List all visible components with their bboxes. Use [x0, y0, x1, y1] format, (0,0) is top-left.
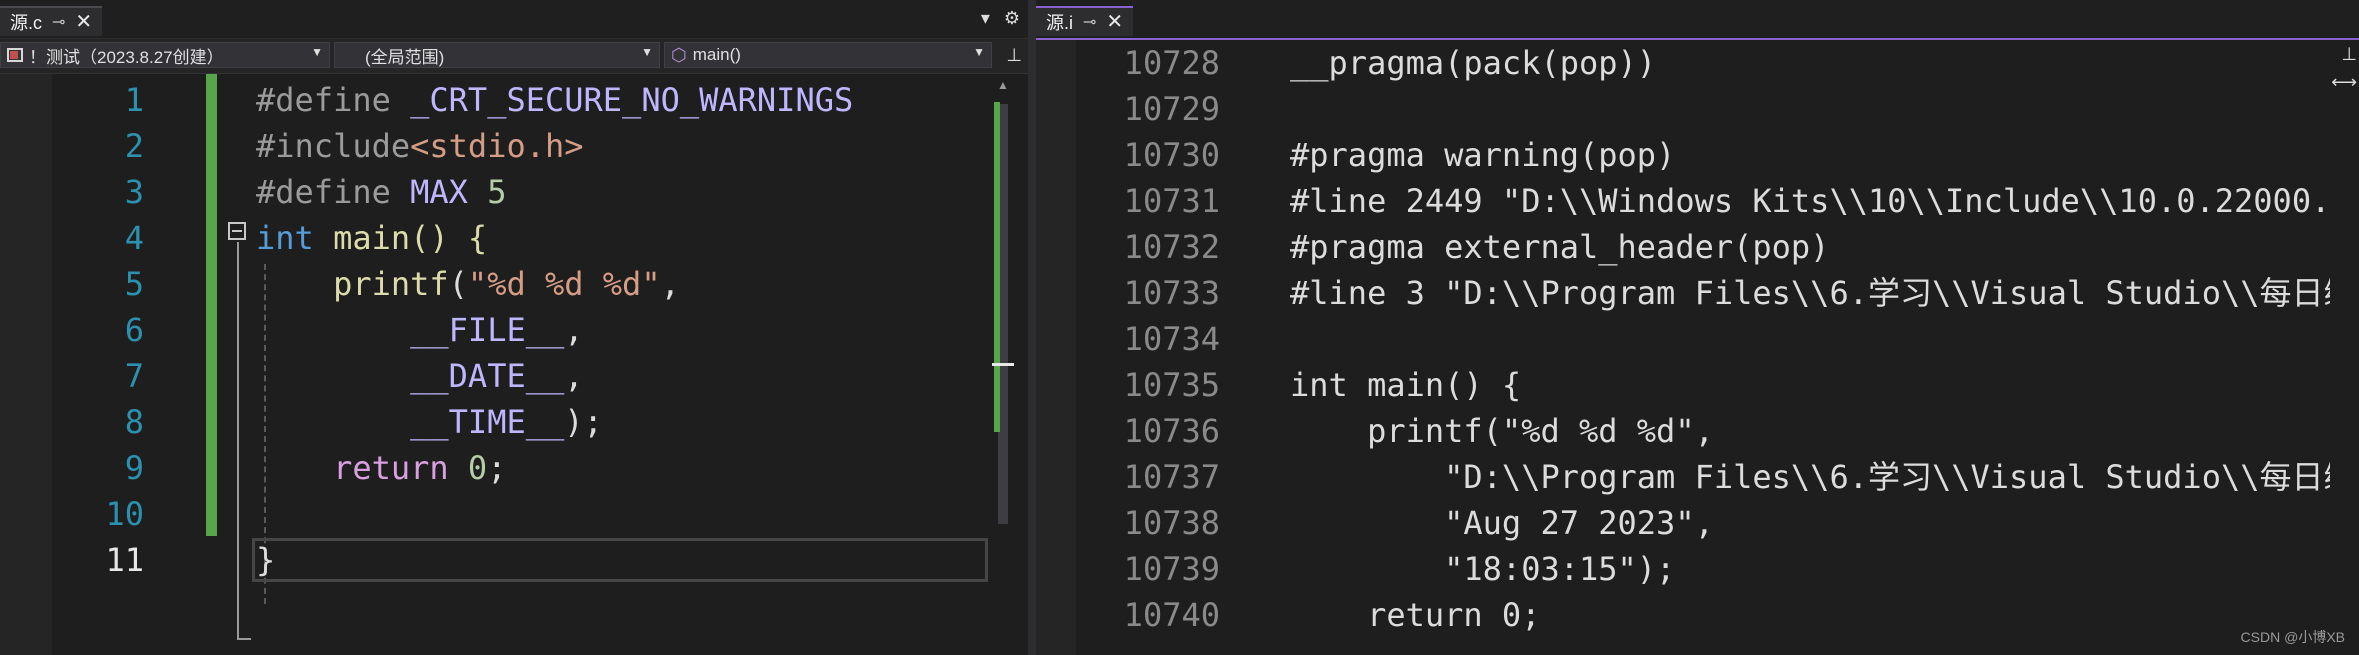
tab-label: 源.c: [10, 13, 43, 33]
line-number: 5: [124, 265, 144, 303]
line-number: 10739: [1123, 550, 1220, 588]
selection-margin: [1036, 40, 1076, 655]
scrollbar-caret-marker: [992, 363, 1014, 366]
pin-icon[interactable]: ⊸: [52, 12, 65, 32]
code-line: printf("%d %d %d",: [256, 265, 680, 303]
line-number: 10734: [1123, 320, 1220, 358]
tab-strip-actions: ▾ ⚙: [981, 8, 1020, 29]
scrollbar-change-marker: [994, 102, 1000, 432]
code-line: "D:\\Program Files\\6.学习\\Visual Studio\…: [1290, 458, 2330, 496]
line-number: 10736: [1123, 412, 1220, 450]
right-editor-pane: 源.i ⊸ ✕ ⊥ ⟷ 10728 10729 10730 10731 1073…: [1036, 0, 2359, 655]
line-number: 7: [124, 357, 144, 395]
function-label: main(): [692, 45, 741, 64]
code-line: #include<stdio.h>: [256, 127, 584, 165]
chevron-down-icon: ▼: [311, 45, 323, 59]
code-line: printf("%d %d %d",: [1290, 412, 1714, 450]
line-number: 10: [105, 495, 144, 533]
change-tracking-bar: [206, 74, 217, 536]
tab-source-c[interactable]: 源.c ⊸ ✕: [0, 6, 103, 36]
code-line: #line 3 "D:\\Program Files\\6.学习\\Visual…: [1290, 274, 2330, 312]
line-number: 10728: [1123, 44, 1220, 82]
function-cube-icon: ⬡: [671, 44, 687, 65]
code-line: #line 2449 "D:\\Windows Kits\\10\\Includ…: [1290, 182, 2330, 220]
outline-line: [237, 242, 239, 640]
line-number: 10729: [1123, 90, 1220, 128]
code-line: }: [256, 541, 276, 579]
line-number: 10733: [1123, 274, 1220, 312]
line-number-current: 11: [105, 541, 144, 579]
code-line: #pragma external_header(pop): [1290, 228, 1830, 266]
pane-divider[interactable]: [1028, 0, 1036, 655]
split-handle-icon[interactable]: ⟷: [2331, 72, 2357, 93]
tab-list-dropdown-icon[interactable]: ▾: [981, 8, 990, 29]
line-number: 10731: [1123, 182, 1220, 220]
watermark: CSDN @小博XB: [2240, 629, 2345, 645]
line-number: 3: [124, 173, 144, 211]
close-icon[interactable]: ✕: [1106, 12, 1123, 32]
left-editor-pane: 源.c ⊸ ✕ ▾ ⚙ ！测试（2023.8.27创建） ▼ (全局范围) ▼ …: [0, 0, 1028, 655]
code-line: return 0;: [1290, 596, 1541, 634]
project-icon: [7, 48, 23, 62]
code-line: __pragma(pack(pop)): [1290, 44, 1657, 82]
current-line-highlight: [252, 538, 988, 582]
navigation-bar: ！测试（2023.8.27创建） ▼ (全局范围) ▼ ⬡ main() ▼ ⊥: [0, 39, 1028, 74]
code-line: #pragma warning(pop): [1290, 136, 1676, 174]
selection-margin: [0, 74, 52, 655]
chevron-down-icon: ▼: [973, 45, 985, 59]
line-number: 10740: [1123, 596, 1220, 634]
collapse-icon[interactable]: [228, 222, 246, 240]
vertical-scrollbar[interactable]: ▲: [992, 74, 1014, 655]
gear-icon[interactable]: ⚙: [1004, 8, 1020, 29]
close-icon[interactable]: ✕: [75, 12, 92, 32]
line-number: 10737: [1123, 458, 1220, 496]
left-tab-strip: 源.c ⊸ ✕ ▾ ⚙: [0, 0, 1028, 39]
code-line: #define MAX 5: [256, 173, 507, 211]
split-window-icon[interactable]: ⊥: [1006, 45, 1022, 66]
line-number: 10738: [1123, 504, 1220, 542]
project-dropdown[interactable]: ！测试（2023.8.27创建） ▼: [0, 42, 330, 68]
scroll-up-icon[interactable]: ▲: [997, 78, 1009, 92]
line-number: 10732: [1123, 228, 1220, 266]
line-number: 2: [124, 127, 144, 165]
outline-end: [237, 638, 251, 640]
line-number: 8: [124, 403, 144, 441]
code-line: "Aug 27 2023",: [1290, 504, 1714, 542]
tab-label: 源.i: [1046, 13, 1073, 33]
line-number: 1: [124, 81, 144, 119]
code-line: __DATE__,: [256, 357, 584, 395]
right-tab-strip: 源.i ⊸ ✕: [1036, 0, 2359, 40]
line-number: 9: [124, 449, 144, 487]
tab-source-i[interactable]: 源.i ⊸ ✕: [1036, 6, 1134, 36]
line-number: 10735: [1123, 366, 1220, 404]
function-dropdown[interactable]: ⬡ main() ▼: [664, 42, 992, 68]
split-window-icon[interactable]: ⊥: [2341, 44, 2357, 65]
code-line: int main() {: [1290, 366, 1522, 404]
line-number: 10730: [1123, 136, 1220, 174]
scope-dropdown[interactable]: (全局范围) ▼: [334, 42, 660, 68]
code-line: __FILE__,: [256, 311, 584, 349]
pin-icon[interactable]: ⊸: [1083, 12, 1096, 32]
code-editor[interactable]: 1 2 3 4 5 6 7 8 9 10 11 #define _CRT_SEC…: [0, 74, 1028, 655]
code-line: "18:03:15");: [1290, 550, 1676, 588]
line-number: 6: [124, 311, 144, 349]
code-line: return 0;: [256, 449, 507, 487]
chevron-down-icon: ▼: [641, 45, 653, 59]
code-line: #define _CRT_SECURE_NO_WARNINGS: [256, 81, 854, 119]
code-line: __TIME__);: [256, 403, 603, 441]
code-line: int main() {: [256, 219, 488, 257]
line-number: 4: [124, 219, 144, 257]
project-label: ！测试（2023.8.27创建）: [29, 47, 224, 67]
scope-label: (全局范围): [365, 47, 445, 67]
